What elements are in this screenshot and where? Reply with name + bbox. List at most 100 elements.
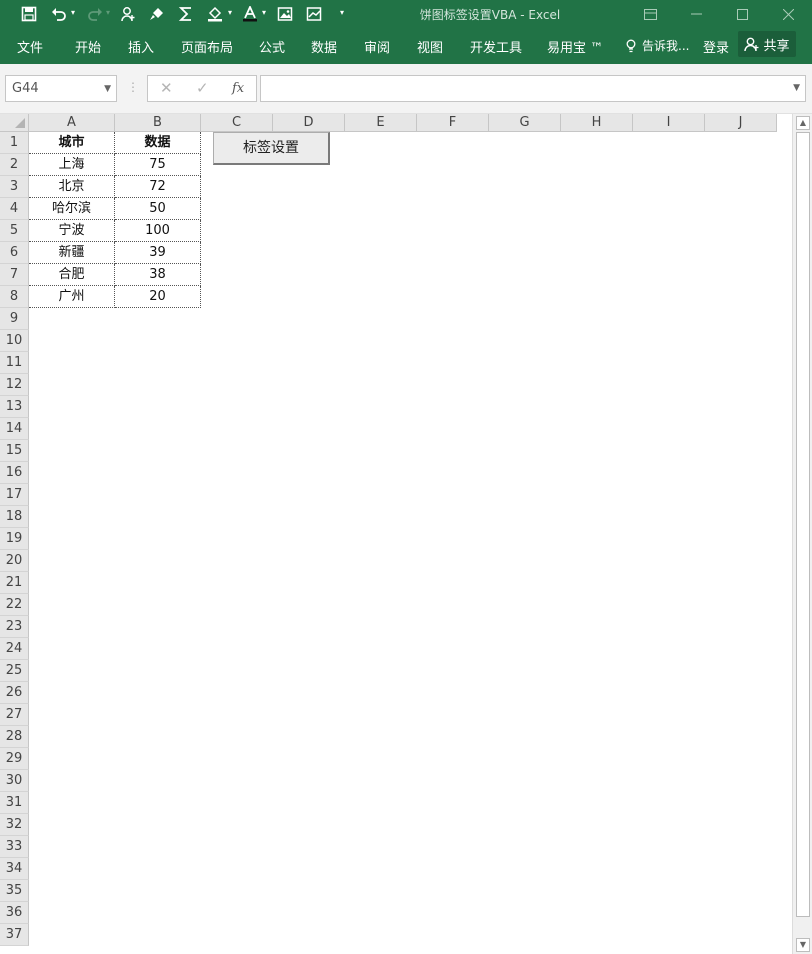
column-header-b[interactable]: B xyxy=(115,114,201,132)
row-header-33[interactable]: 33 xyxy=(0,836,29,858)
font-color-icon[interactable] xyxy=(239,3,261,25)
row-header-24[interactable]: 24 xyxy=(0,638,29,660)
undo-dropdown-icon[interactable]: ▾ xyxy=(71,8,75,17)
tell-me-box[interactable]: 告诉我... xyxy=(624,37,689,54)
row-header-8[interactable]: 8 xyxy=(0,286,29,308)
table-cell[interactable]: 北京 xyxy=(29,176,115,198)
table-cell[interactable]: 广州 xyxy=(29,286,115,308)
row-header-17[interactable]: 17 xyxy=(0,484,29,506)
row-header-35[interactable]: 35 xyxy=(0,880,29,902)
font-color-dropdown-icon[interactable]: ▾ xyxy=(262,8,266,17)
table-cell[interactable]: 合肥 xyxy=(29,264,115,286)
row-header-21[interactable]: 21 xyxy=(0,572,29,594)
table-cell[interactable]: 38 xyxy=(115,264,201,286)
table-header-cell[interactable]: 数据 xyxy=(115,132,201,154)
chart-icon[interactable] xyxy=(303,3,325,25)
name-box[interactable]: G44 ▼ xyxy=(5,75,117,102)
row-header-3[interactable]: 3 xyxy=(0,176,29,198)
column-header-f[interactable]: F xyxy=(417,114,489,132)
minimize-icon[interactable] xyxy=(673,0,719,28)
row-header-32[interactable]: 32 xyxy=(0,814,29,836)
row-header-30[interactable]: 30 xyxy=(0,770,29,792)
row-header-13[interactable]: 13 xyxy=(0,396,29,418)
cancel-icon[interactable]: ✕ xyxy=(160,79,173,97)
table-cell[interactable]: 宁波 xyxy=(29,220,115,242)
row-header-18[interactable]: 18 xyxy=(0,506,29,528)
row-header-12[interactable]: 12 xyxy=(0,374,29,396)
insert-function-icon[interactable]: fx xyxy=(232,81,244,96)
row-header-6[interactable]: 6 xyxy=(0,242,29,264)
redo-dropdown-icon[interactable]: ▾ xyxy=(106,8,110,17)
tab-view[interactable]: 视图 xyxy=(417,37,443,56)
row-header-2[interactable]: 2 xyxy=(0,154,29,176)
row-header-26[interactable]: 26 xyxy=(0,682,29,704)
enter-icon[interactable]: ✓ xyxy=(196,79,209,97)
expand-formula-icon[interactable]: ▼ xyxy=(793,83,800,93)
fill-color-dropdown-icon[interactable]: ▾ xyxy=(228,8,232,17)
table-header-cell[interactable]: 城市 xyxy=(29,132,115,154)
undo-icon[interactable] xyxy=(48,3,70,25)
picture-icon[interactable] xyxy=(274,3,296,25)
column-header-a[interactable]: A xyxy=(29,114,115,132)
brush-icon[interactable] xyxy=(146,3,168,25)
select-all-corner[interactable] xyxy=(0,114,29,132)
formula-input[interactable]: ▼ xyxy=(260,75,806,102)
sum-icon[interactable] xyxy=(175,3,197,25)
chevron-down-icon[interactable]: ▼ xyxy=(104,84,111,94)
table-cell[interactable]: 39 xyxy=(115,242,201,264)
row-header-15[interactable]: 15 xyxy=(0,440,29,462)
table-cell[interactable]: 72 xyxy=(115,176,201,198)
table-cell[interactable]: 20 xyxy=(115,286,201,308)
row-header-11[interactable]: 11 xyxy=(0,352,29,374)
vertical-scrollbar[interactable]: ▲ ▼ xyxy=(792,114,812,954)
maximize-icon[interactable] xyxy=(719,0,765,28)
fill-color-icon[interactable] xyxy=(204,3,226,25)
tab-data[interactable]: 数据 xyxy=(311,37,337,56)
scroll-thumb[interactable] xyxy=(796,132,810,917)
row-header-14[interactable]: 14 xyxy=(0,418,29,440)
column-header-j[interactable]: J xyxy=(705,114,777,132)
scroll-up-icon[interactable]: ▲ xyxy=(796,116,810,130)
row-header-22[interactable]: 22 xyxy=(0,594,29,616)
row-header-23[interactable]: 23 xyxy=(0,616,29,638)
row-header-1[interactable]: 1 xyxy=(0,132,29,154)
row-header-27[interactable]: 27 xyxy=(0,704,29,726)
row-header-5[interactable]: 5 xyxy=(0,220,29,242)
column-header-i[interactable]: I xyxy=(633,114,705,132)
label-settings-button[interactable]: 标签设置 xyxy=(213,132,330,165)
column-header-e[interactable]: E xyxy=(345,114,417,132)
column-header-c[interactable]: C xyxy=(201,114,273,132)
tab-developer[interactable]: 开发工具 xyxy=(470,37,522,56)
column-header-d[interactable]: D xyxy=(273,114,345,132)
row-header-31[interactable]: 31 xyxy=(0,792,29,814)
redo-icon[interactable] xyxy=(84,3,106,25)
customize-icon[interactable]: ▾ xyxy=(340,8,344,17)
row-header-34[interactable]: 34 xyxy=(0,858,29,880)
column-header-h[interactable]: H xyxy=(561,114,633,132)
row-header-25[interactable]: 25 xyxy=(0,660,29,682)
share-button[interactable]: 共享 xyxy=(738,31,796,57)
worksheet-grid[interactable]: ABCDEFGHIJ 1 2 3 4 5 6 7 8 9 10 11 12 13 14 15 16 17 18 19… xyxy=(0,114,812,954)
tab-easy-tools[interactable]: 易用宝 ™ xyxy=(547,37,603,56)
close-icon[interactable] xyxy=(765,0,811,28)
tab-review[interactable]: 审阅 xyxy=(364,37,390,56)
table-cell[interactable]: 100 xyxy=(115,220,201,242)
row-header-36[interactable]: 36 xyxy=(0,902,29,924)
row-header-29[interactable]: 29 xyxy=(0,748,29,770)
row-header-7[interactable]: 7 xyxy=(0,264,29,286)
save-icon[interactable] xyxy=(18,3,40,25)
table-cell[interactable]: 75 xyxy=(115,154,201,176)
row-header-16[interactable]: 16 xyxy=(0,462,29,484)
table-cell[interactable]: 哈尔滨 xyxy=(29,198,115,220)
row-header-19[interactable]: 19 xyxy=(0,528,29,550)
drag-handle-icon[interactable]: ⋮ xyxy=(127,80,139,94)
tab-file[interactable]: 文件 xyxy=(17,37,43,56)
row-header-4[interactable]: 4 xyxy=(0,198,29,220)
table-cell[interactable]: 新疆 xyxy=(29,242,115,264)
tab-formulas[interactable]: 公式 xyxy=(259,37,285,56)
column-header-g[interactable]: G xyxy=(489,114,561,132)
row-header-37[interactable]: 37 xyxy=(0,924,29,946)
scroll-down-icon[interactable]: ▼ xyxy=(796,938,810,952)
table-cell[interactable]: 上海 xyxy=(29,154,115,176)
row-header-10[interactable]: 10 xyxy=(0,330,29,352)
